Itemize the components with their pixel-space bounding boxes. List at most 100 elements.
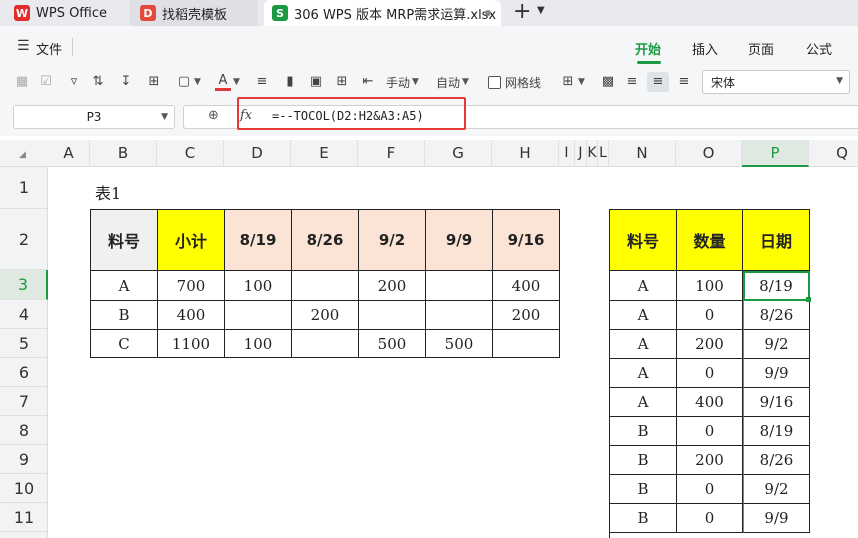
column-header[interactable]: E bbox=[291, 140, 358, 167]
align-center-icon[interactable]: ≡ bbox=[647, 72, 669, 92]
gridlines-toggle[interactable]: 网格线 bbox=[488, 72, 541, 92]
select-all-icon[interactable]: ◢ bbox=[19, 150, 26, 160]
column-header[interactable]: H bbox=[492, 140, 559, 167]
table1-header-cell[interactable]: 8/19 bbox=[225, 210, 292, 271]
table-icon[interactable]: ⊞ bbox=[334, 72, 350, 92]
row-header[interactable]: 1 bbox=[0, 167, 48, 209]
table1-cell[interactable] bbox=[493, 330, 560, 358]
manual-calc-button[interactable]: 手动 ▼ bbox=[386, 72, 419, 92]
column-header[interactable]: G bbox=[425, 140, 492, 167]
table1-cell[interactable]: B bbox=[91, 301, 158, 330]
table2-cell[interactable]: A bbox=[610, 388, 677, 417]
table1-cell[interactable]: 700 bbox=[158, 271, 225, 301]
row-header[interactable]: 6 bbox=[0, 358, 48, 387]
table2-cell[interactable]: 0 bbox=[677, 359, 743, 388]
column-header[interactable]: D bbox=[224, 140, 291, 167]
table1-cell[interactable] bbox=[426, 301, 493, 330]
row-header-active[interactable]: 3 bbox=[0, 270, 48, 300]
table2-cell[interactable]: A bbox=[610, 330, 677, 359]
table1-cell[interactable]: A bbox=[91, 271, 158, 301]
checkbox-icon[interactable] bbox=[488, 75, 501, 89]
column-header[interactable]: L bbox=[598, 140, 609, 167]
row-header[interactable]: 4 bbox=[0, 300, 48, 329]
row-header[interactable]: 11 bbox=[0, 503, 48, 532]
table2-cell[interactable]: A bbox=[610, 301, 677, 330]
table1-cell[interactable]: 100 bbox=[225, 271, 292, 301]
align-right-icon[interactable]: ≡ bbox=[676, 72, 692, 92]
column-header[interactable]: K bbox=[587, 140, 598, 167]
table2-cell[interactable]: 200 bbox=[677, 446, 743, 475]
menu-insert[interactable]: 插入 bbox=[692, 39, 718, 58]
table2-cell[interactable]: 0 bbox=[677, 504, 743, 533]
table1-header-cell[interactable]: 9/16 bbox=[493, 210, 560, 271]
table1-cell[interactable]: 200 bbox=[359, 271, 426, 301]
name-box[interactable]: P3 ▼ bbox=[13, 105, 175, 129]
table1-cell[interactable]: 500 bbox=[426, 330, 493, 358]
column-header[interactable]: A bbox=[48, 140, 90, 167]
table1-cell[interactable] bbox=[426, 271, 493, 301]
table1-cell[interactable]: C bbox=[91, 330, 158, 358]
table2-cell[interactable]: 8/26 bbox=[743, 301, 810, 330]
checklist-icon[interactable]: ☑ bbox=[38, 72, 54, 92]
table2-cell[interactable]: 9/2 bbox=[743, 475, 810, 504]
column-header[interactable]: I bbox=[559, 140, 575, 167]
wrap-text-icon[interactable]: ≡ bbox=[254, 72, 270, 92]
menu-file[interactable]: 文件 bbox=[36, 39, 62, 58]
auto-calc-button[interactable]: 自动 ▼ bbox=[436, 72, 469, 92]
table2-cell[interactable]: A bbox=[610, 271, 677, 301]
table1-cell[interactable] bbox=[359, 301, 426, 330]
row-header[interactable]: 5 bbox=[0, 329, 48, 358]
table2-cell[interactable]: 0 bbox=[677, 417, 743, 446]
row-header[interactable]: 8 bbox=[0, 416, 48, 445]
filter-icon[interactable]: ▿ bbox=[66, 72, 82, 92]
align-left-icon[interactable]: ≡ bbox=[624, 72, 640, 92]
table2-cell[interactable]: A bbox=[610, 359, 677, 388]
table1-cell[interactable] bbox=[292, 330, 359, 358]
table2-cell[interactable]: 0 bbox=[677, 301, 743, 330]
cell-style-icon[interactable]: ⊞ ▼ bbox=[560, 72, 585, 92]
table2-header-cell[interactable]: 料号 bbox=[610, 210, 677, 271]
table1-cell[interactable]: 1100 bbox=[158, 330, 225, 358]
row-header[interactable]: 2 bbox=[0, 209, 48, 270]
tab-wps-office[interactable]: W WPS Office bbox=[14, 0, 107, 26]
hamburger-icon[interactable]: ☰ bbox=[17, 38, 30, 54]
menu-page[interactable]: 页面 bbox=[748, 39, 774, 58]
table1-cell[interactable]: 200 bbox=[292, 301, 359, 330]
menu-home[interactable]: 开始 bbox=[635, 39, 661, 58]
column-header-active[interactable]: P bbox=[742, 140, 809, 167]
table2-cell[interactable]: 9/9 bbox=[743, 504, 810, 533]
table2-cell[interactable]: 9/9 bbox=[743, 359, 810, 388]
table1-header-cell[interactable]: 9/9 bbox=[426, 210, 493, 271]
table1-header-cell[interactable]: 8/26 bbox=[292, 210, 359, 271]
table2-cell-selected[interactable]: 8/19 bbox=[743, 271, 810, 301]
column-header[interactable]: Q bbox=[809, 140, 858, 167]
table1-cell[interactable]: 100 bbox=[225, 330, 292, 358]
sort-desc-icon[interactable]: ↧ bbox=[118, 72, 134, 92]
table2-header-cell[interactable]: 日期 bbox=[743, 210, 810, 271]
sort-icon[interactable]: ⇅ bbox=[90, 72, 106, 92]
chevron-down-icon[interactable]: ▼ bbox=[537, 5, 545, 16]
table1-cell[interactable]: 200 bbox=[493, 301, 560, 330]
font-color-icon[interactable]: A ▼ bbox=[215, 72, 240, 92]
table2-cell[interactable]: 8/19 bbox=[743, 417, 810, 446]
table2-cell[interactable]: 200 bbox=[677, 330, 743, 359]
menu-formula[interactable]: 公式 bbox=[806, 39, 832, 58]
table1-cell[interactable]: 500 bbox=[359, 330, 426, 358]
column-header[interactable]: J bbox=[575, 140, 587, 167]
new-tab-button[interactable]: + bbox=[513, 0, 531, 24]
number-format-icon[interactable]: ▦ bbox=[14, 72, 30, 92]
table2-cell[interactable]: 400 bbox=[677, 388, 743, 417]
zoom-icon[interactable]: ⊕ bbox=[208, 108, 219, 123]
table1-header-cell[interactable]: 料号 bbox=[91, 210, 158, 271]
row-header[interactable]: 10 bbox=[0, 474, 48, 503]
column-header[interactable]: C bbox=[157, 140, 224, 167]
border-icon[interactable]: ⊞ bbox=[146, 72, 162, 92]
row-header[interactable]: 9 bbox=[0, 445, 48, 474]
table1-cell[interactable] bbox=[225, 301, 292, 330]
table1-cell[interactable] bbox=[292, 271, 359, 301]
table2-cell[interactable]: 9/16 bbox=[743, 388, 810, 417]
tab-template[interactable]: D 找稻壳模板 bbox=[130, 0, 258, 26]
table2-cell[interactable]: 0 bbox=[677, 475, 743, 504]
fill-handle[interactable] bbox=[806, 297, 811, 302]
tab-workbook[interactable]: S 306 WPS 版本 MRP需求运算.xlsx bbox=[264, 0, 501, 26]
